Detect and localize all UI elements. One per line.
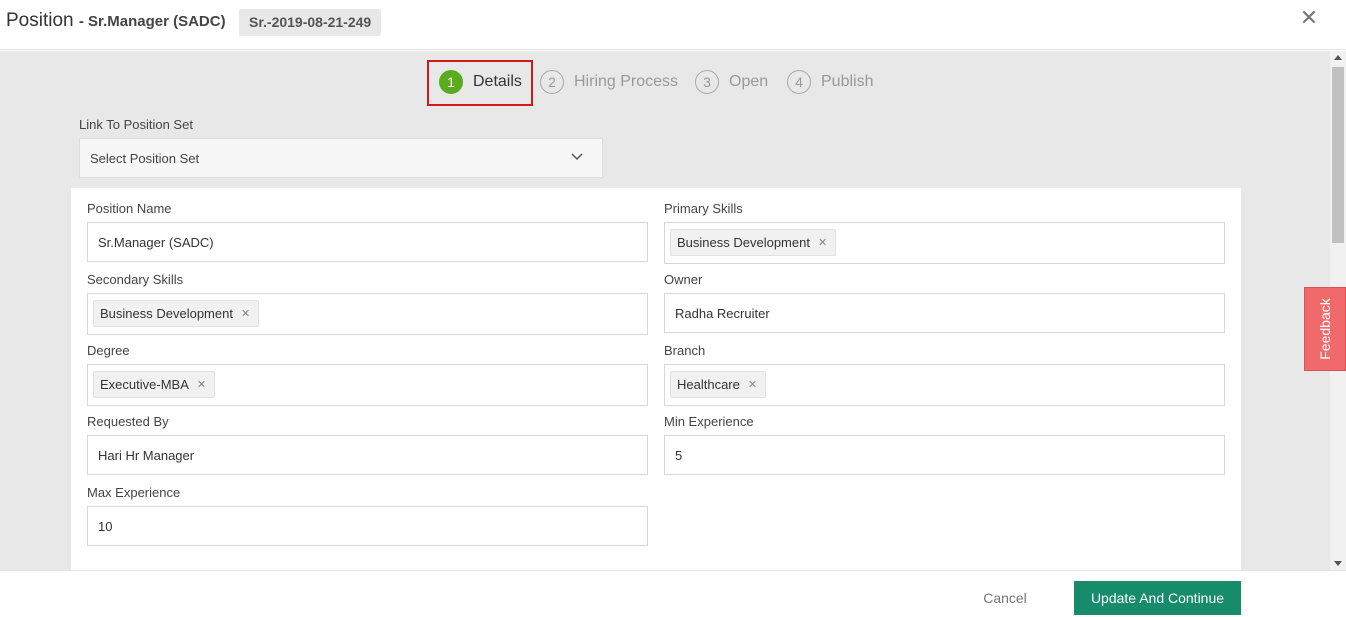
reference-badge: Sr.-2019-08-21-249 xyxy=(239,9,382,36)
modal-header: Position - Sr.Manager (SADC) Sr.-2019-08… xyxy=(0,0,1346,50)
secondary-skills-label: Secondary Skills xyxy=(87,272,184,287)
remove-tag-icon[interactable]: ✕ xyxy=(241,307,250,320)
scroll-up-icon[interactable] xyxy=(1334,55,1342,60)
feedback-tab[interactable]: Feedback xyxy=(1304,287,1346,371)
active-step-highlight xyxy=(427,60,533,106)
branch-tag: Healthcare ✕ xyxy=(670,371,767,398)
degree-input[interactable]: Executive-MBA ✕ xyxy=(87,364,648,406)
max-experience-label: Max Experience xyxy=(87,485,181,500)
tag-label: Healthcare xyxy=(677,377,740,392)
max-experience-value: 10 xyxy=(98,519,113,534)
update-and-continue-button[interactable]: Update And Continue xyxy=(1074,581,1241,615)
step-number: 2 xyxy=(540,70,564,94)
step-label: Open xyxy=(729,73,769,90)
branch-label: Branch xyxy=(664,343,706,358)
max-experience-input[interactable]: 10 xyxy=(87,506,648,546)
requested-by-input[interactable]: Hari Hr Manager xyxy=(87,435,648,475)
requested-by-label: Requested By xyxy=(87,414,169,429)
owner-input[interactable]: Radha Recruiter xyxy=(664,293,1225,333)
remove-tag-icon[interactable]: ✕ xyxy=(818,236,827,249)
position-name-value: Sr.Manager (SADC) xyxy=(98,235,214,250)
cancel-button[interactable]: Cancel xyxy=(968,585,1042,611)
step-hiring-process[interactable]: 2 Hiring Process xyxy=(540,69,678,95)
degree-tag: Executive-MBA ✕ xyxy=(93,371,216,398)
scrollbar-thumb[interactable] xyxy=(1332,67,1344,243)
step-open[interactable]: 3 Open xyxy=(695,69,768,95)
branch-input[interactable]: Healthcare ✕ xyxy=(664,364,1225,406)
step-number: 4 xyxy=(787,70,811,94)
min-experience-input[interactable]: 5 xyxy=(664,435,1225,475)
modal-body: 1 Details 2 Hiring Process 3 Open 4 Publ… xyxy=(0,51,1330,570)
owner-label: Owner xyxy=(664,272,703,287)
position-name-label: Position Name xyxy=(87,201,172,216)
position-set-label: Link To Position Set xyxy=(79,117,193,132)
remove-tag-icon[interactable]: ✕ xyxy=(197,378,206,391)
position-set-select[interactable]: Select Position Set xyxy=(79,138,603,178)
tag-label: Executive-MBA xyxy=(100,377,189,392)
close-icon[interactable]: ✕ xyxy=(1298,8,1320,30)
degree-label: Degree xyxy=(87,343,130,358)
scroll-down-icon[interactable] xyxy=(1334,561,1342,566)
tag-label: Business Development xyxy=(100,306,233,321)
wizard-steps: 1 Details 2 Hiring Process 3 Open 4 Publ… xyxy=(0,51,1330,111)
step-label: Publish xyxy=(821,73,874,90)
position-set-placeholder: Select Position Set xyxy=(90,151,200,166)
remove-tag-icon[interactable]: ✕ xyxy=(748,378,757,391)
owner-value: Radha Recruiter xyxy=(675,306,770,321)
requested-by-value: Hari Hr Manager xyxy=(98,448,195,463)
title-text: Position xyxy=(6,10,74,31)
min-experience-label: Min Experience xyxy=(664,414,754,429)
feedback-label: Feedback xyxy=(1317,298,1333,360)
position-name-input[interactable]: Sr.Manager (SADC) xyxy=(87,222,648,262)
tag-label: Business Development xyxy=(677,235,810,250)
step-number: 3 xyxy=(695,70,719,94)
secondary-skills-input[interactable]: Business Development ✕ xyxy=(87,293,648,335)
modal-title: Position - Sr.Manager (SADC) xyxy=(6,10,226,32)
min-experience-value: 5 xyxy=(675,448,683,463)
modal-footer: Cancel Update And Continue xyxy=(0,570,1346,617)
primary-skills-label: Primary Skills xyxy=(664,201,743,216)
chevron-down-icon xyxy=(571,153,583,161)
step-publish[interactable]: 4 Publish xyxy=(787,69,873,95)
step-label: Hiring Process xyxy=(574,73,679,90)
details-form: Position Name Sr.Manager (SADC) Primary … xyxy=(71,188,1241,570)
primary-skills-input[interactable]: Business Development ✕ xyxy=(664,222,1225,264)
position-subtitle: - Sr.Manager (SADC) xyxy=(78,13,226,30)
skill-tag: Business Development ✕ xyxy=(93,300,260,327)
skill-tag: Business Development ✕ xyxy=(670,229,837,256)
